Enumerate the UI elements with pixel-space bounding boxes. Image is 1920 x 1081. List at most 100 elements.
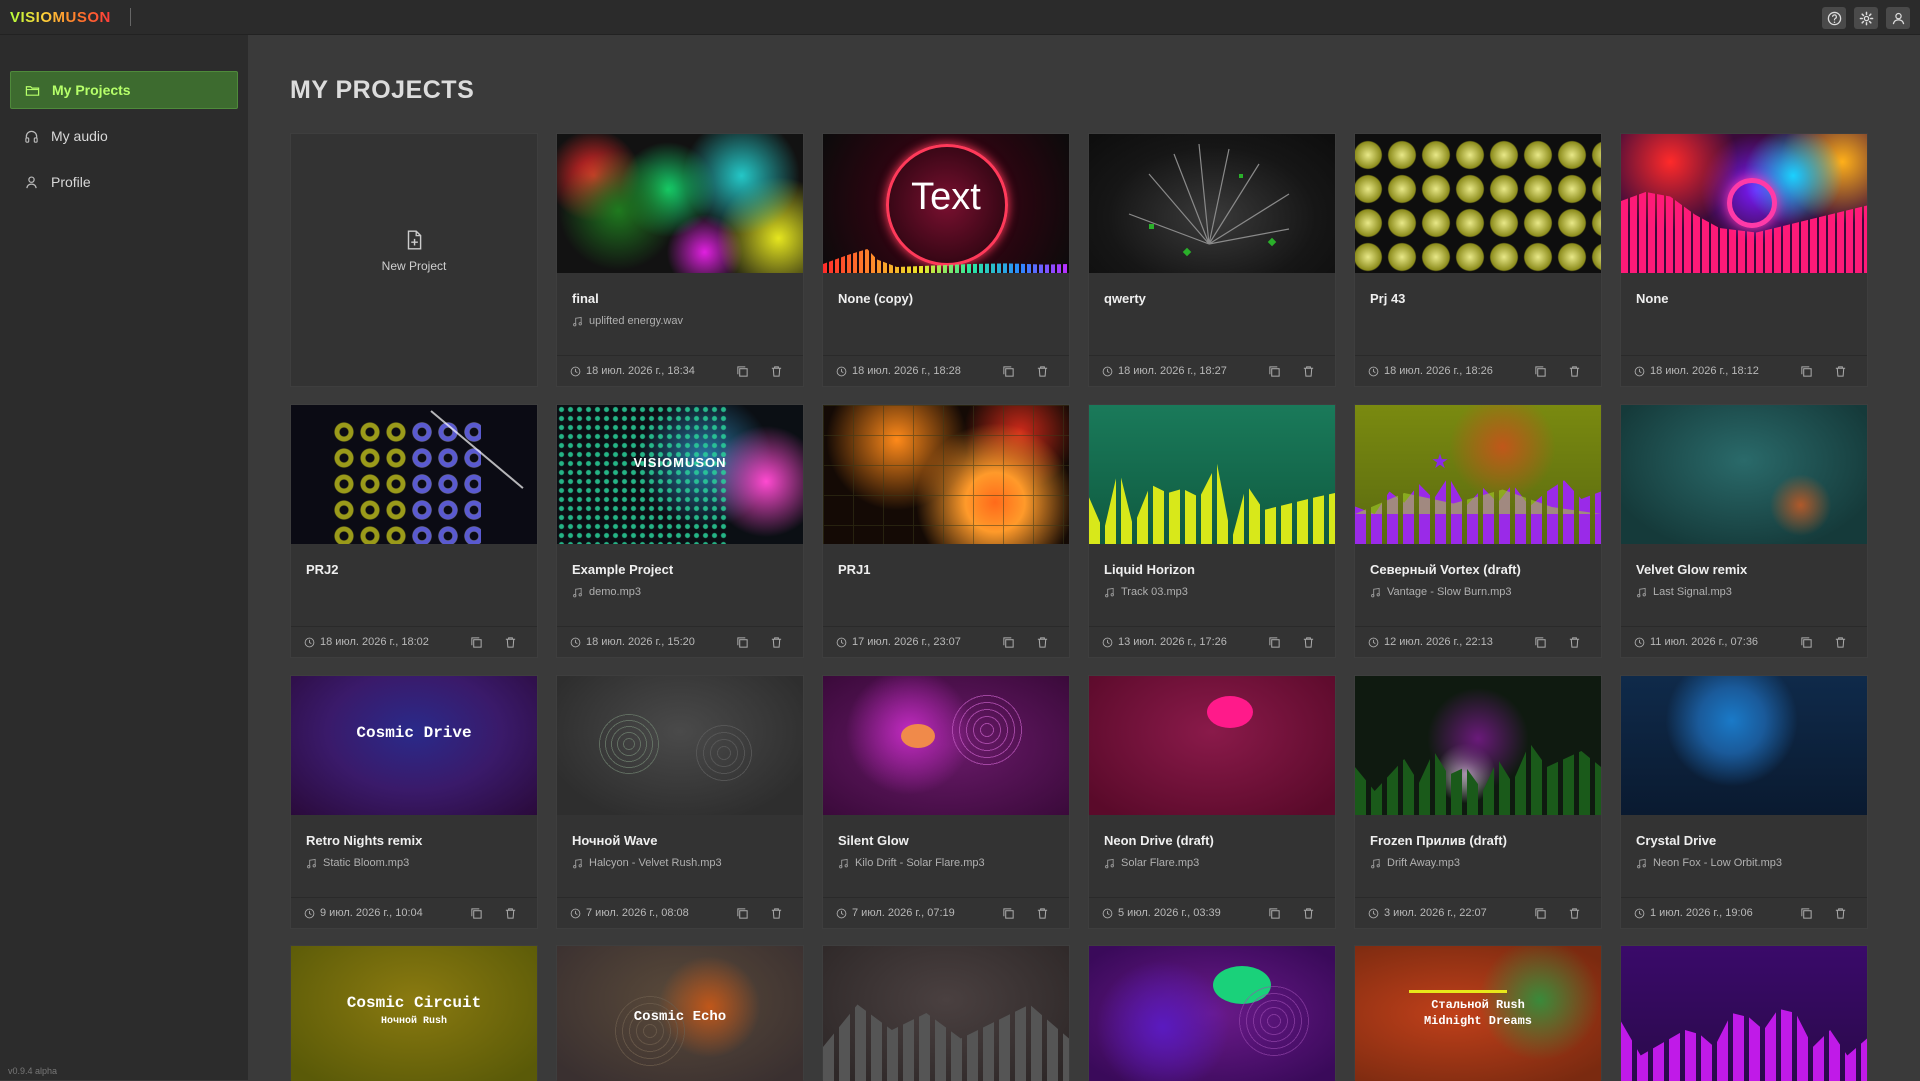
project-thumbnail[interactable] <box>1089 946 1335 1081</box>
duplicate-button[interactable] <box>468 905 484 921</box>
project-thumbnail[interactable] <box>1355 134 1601 273</box>
project-card[interactable]: Neon Drive (draft) Solar Flare.mp3 5 июл… <box>1088 675 1336 929</box>
project-card[interactable]: Ночной Wave Halcyon - Velvet Rush.mp3 7 … <box>556 675 804 929</box>
delete-button[interactable] <box>1300 905 1316 921</box>
project-thumbnail[interactable] <box>1621 676 1867 815</box>
project-thumbnail[interactable]: Cosmic Circuit Ночной Rush <box>291 946 537 1081</box>
delete-button[interactable] <box>1034 634 1050 650</box>
project-thumbnail[interactable] <box>823 946 1069 1081</box>
delete-button[interactable] <box>1034 905 1050 921</box>
project-card[interactable]: Cosmic Echo <box>556 945 804 1081</box>
delete-button[interactable] <box>1832 634 1848 650</box>
project-thumbnail[interactable]: Стальной Rush Midnight Dreams <box>1355 946 1601 1081</box>
delete-button[interactable] <box>1034 363 1050 379</box>
project-card[interactable]: Frozen Прилив (draft) Drift Away.mp3 3 и… <box>1354 675 1602 929</box>
project-card[interactable]: Crystal Drive Neon Fox - Low Orbit.mp3 1… <box>1620 675 1868 929</box>
copy-icon <box>470 907 482 919</box>
clock-icon <box>570 366 581 376</box>
delete-button[interactable] <box>1566 905 1582 921</box>
project-thumbnail[interactable] <box>1355 676 1601 815</box>
project-card[interactable] <box>822 945 1070 1081</box>
duplicate-button[interactable] <box>1266 905 1282 921</box>
project-thumbnail[interactable] <box>1089 405 1335 544</box>
delete-button[interactable] <box>502 634 518 650</box>
duplicate-button[interactable] <box>1532 634 1548 650</box>
project-card[interactable]: Prj 43 18 июл. 2026 г., 18:26 <box>1354 133 1602 387</box>
delete-button[interactable] <box>768 905 784 921</box>
project-thumbnail[interactable]: Cosmic Drive <box>291 676 537 815</box>
project-date: 7 июл. 2026 г., 08:08 <box>570 907 689 919</box>
duplicate-button[interactable] <box>1266 634 1282 650</box>
duplicate-button[interactable] <box>1798 363 1814 379</box>
project-thumbnail[interactable] <box>557 134 803 273</box>
project-thumbnail[interactable] <box>823 676 1069 815</box>
project-date: 18 июл. 2026 г., 18:12 <box>1634 365 1759 377</box>
delete-button[interactable] <box>1300 363 1316 379</box>
new-project-card[interactable]: New Project <box>290 133 538 387</box>
project-card[interactable]: PRJ2 18 июл. 2026 г., 18:02 <box>290 404 538 658</box>
duplicate-button[interactable] <box>1532 905 1548 921</box>
project-card[interactable]: final uplifted energy.wav 18 июл. 2026 г… <box>556 133 804 387</box>
user-icon[interactable] <box>1886 7 1910 29</box>
project-thumbnail[interactable] <box>1089 134 1335 273</box>
delete-button[interactable] <box>768 363 784 379</box>
delete-button[interactable] <box>1832 363 1848 379</box>
project-audio: Static Bloom.mp3 <box>306 857 409 869</box>
help-icon[interactable] <box>1822 7 1846 29</box>
project-date: 5 июл. 2026 г., 03:39 <box>1102 907 1221 919</box>
project-date: 17 июл. 2026 г., 23:07 <box>836 636 961 648</box>
duplicate-button[interactable] <box>734 634 750 650</box>
project-thumbnail[interactable] <box>1089 676 1335 815</box>
project-thumbnail[interactable]: Cosmic Echo <box>557 946 803 1081</box>
sidebar-item-profile[interactable]: Profile <box>10 163 238 201</box>
duplicate-button[interactable] <box>468 634 484 650</box>
project-card[interactable]: VISIOMUSON Example Project demo.mp3 18 и… <box>556 404 804 658</box>
duplicate-button[interactable] <box>734 905 750 921</box>
project-thumbnail[interactable]: VISIOMUSON <box>557 405 803 544</box>
project-thumbnail[interactable] <box>823 405 1069 544</box>
card-footer: 17 июл. 2026 г., 23:07 <box>823 626 1069 657</box>
duplicate-button[interactable] <box>1798 634 1814 650</box>
project-thumbnail[interactable]: Text <box>823 134 1069 273</box>
project-thumbnail[interactable] <box>557 676 803 815</box>
project-card[interactable]: Стальной Rush Midnight Dreams <box>1354 945 1602 1081</box>
delete-button[interactable] <box>768 634 784 650</box>
sidebar-item-my-projects[interactable]: My Projects <box>10 71 238 109</box>
duplicate-button[interactable] <box>1000 363 1016 379</box>
project-card[interactable]: Cosmic Circuit Ночной Rush <box>290 945 538 1081</box>
project-thumbnail[interactable] <box>1621 134 1867 273</box>
delete-button[interactable] <box>1566 363 1582 379</box>
project-thumbnail[interactable] <box>291 405 537 544</box>
project-card[interactable]: PRJ1 17 июл. 2026 г., 23:07 <box>822 404 1070 658</box>
duplicate-button[interactable] <box>1000 634 1016 650</box>
project-thumbnail[interactable]: ★ <box>1355 405 1601 544</box>
music-note-icon <box>1371 858 1380 868</box>
app-logo[interactable]: VISIOMUSON <box>10 9 111 26</box>
copy-icon <box>1002 365 1014 377</box>
duplicate-button[interactable] <box>1000 905 1016 921</box>
project-card[interactable]: ★ Северный Vortex (draft) Vantage - Slow… <box>1354 404 1602 658</box>
duplicate-button[interactable] <box>734 363 750 379</box>
duplicate-button[interactable] <box>1266 363 1282 379</box>
delete-button[interactable] <box>1832 905 1848 921</box>
project-card[interactable]: Text None (copy) 18 июл. 2026 г., 18:28 <box>822 133 1070 387</box>
copy-icon <box>470 636 482 648</box>
project-card[interactable] <box>1088 945 1336 1081</box>
project-card[interactable]: Cosmic Drive Retro Nights remix Static B… <box>290 675 538 929</box>
delete-button[interactable] <box>502 905 518 921</box>
duplicate-button[interactable] <box>1532 363 1548 379</box>
project-card[interactable]: Velvet Glow remix Last Signal.mp3 11 июл… <box>1620 404 1868 658</box>
project-thumbnail[interactable] <box>1621 405 1867 544</box>
gear-icon[interactable] <box>1854 7 1878 29</box>
project-card[interactable]: None 18 июл. 2026 г., 18:12 <box>1620 133 1868 387</box>
project-card[interactable]: Liquid Horizon Track 03.mp3 13 июл. 2026… <box>1088 404 1336 658</box>
sidebar-item-my-audio[interactable]: My audio <box>10 117 238 155</box>
project-card[interactable]: qwerty 18 июл. 2026 г., 18:27 <box>1088 133 1336 387</box>
duplicate-button[interactable] <box>1798 905 1814 921</box>
delete-button[interactable] <box>1300 634 1316 650</box>
project-thumbnail[interactable] <box>1621 946 1867 1081</box>
clock-icon <box>570 908 581 918</box>
delete-button[interactable] <box>1566 634 1582 650</box>
project-card[interactable]: Silent Glow Kilo Drift - Solar Flare.mp3… <box>822 675 1070 929</box>
project-card[interactable] <box>1620 945 1868 1081</box>
